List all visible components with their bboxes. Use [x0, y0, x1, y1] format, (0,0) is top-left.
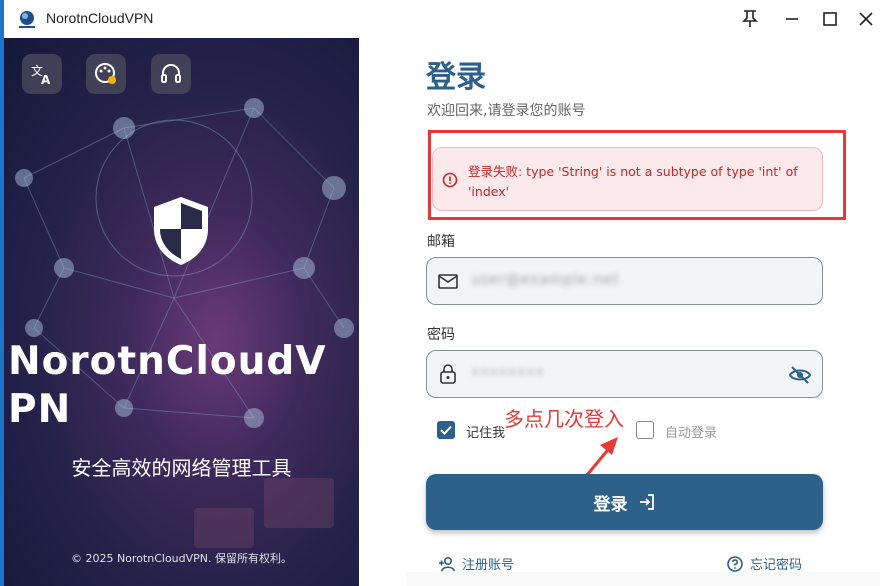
password-label: 密码 [427, 327, 455, 343]
hero-title: NorotnCloudVPN [8, 339, 327, 432]
email-field[interactable]: user@example.net [426, 257, 823, 305]
language-button[interactable]: 文 A [22, 54, 62, 94]
remember-me-label: 记住我 [466, 426, 506, 441]
translate-icon: 文 A [31, 63, 51, 86]
register-link[interactable]: 注册账号 [438, 554, 514, 573]
hero-panel: 文 A NorotnCloudVPN 安全高效的网络管理工具 © 2025 No… [4, 38, 359, 586]
login-button-label: 登录 [593, 494, 628, 515]
add-user-icon [439, 556, 455, 571]
close-icon [859, 12, 873, 26]
login-icon [639, 494, 654, 510]
welcome-text: 欢迎回来,请登录您的账号 [427, 103, 586, 119]
error-message: 登录失败: type 'String' is not a subtype of … [468, 164, 798, 199]
help-icon [727, 555, 743, 572]
copyright-text: © 2025 NorotnCloudVPN. 保留所有权利。 [70, 552, 293, 565]
remember-me-checkbox[interactable] [437, 421, 455, 439]
forgot-password-label: 忘记密码 [750, 558, 803, 573]
headset-icon [161, 64, 181, 83]
eye-off-icon[interactable] [788, 363, 812, 387]
minimize-icon [786, 18, 798, 20]
mail-icon [438, 274, 458, 289]
pin-button[interactable] [733, 4, 767, 34]
email-label: 邮箱 [427, 234, 455, 250]
login-button[interactable]: 登录 [426, 474, 823, 530]
maximize-icon [823, 12, 837, 26]
app-window: NorotnCloudVPN 文 A NorotnCloudVPN 安全高效的网… [0, 0, 880, 586]
pin-icon [742, 10, 758, 27]
svg-text:A: A [41, 73, 51, 86]
minimize-button[interactable] [775, 4, 809, 34]
register-link-label: 注册账号 [462, 558, 515, 573]
palette-icon [95, 63, 116, 84]
close-button[interactable] [849, 4, 880, 34]
app-logo-icon [19, 11, 35, 28]
error-icon [442, 172, 458, 188]
lock-icon [440, 364, 456, 384]
network-background [15, 98, 354, 548]
check-icon [440, 425, 452, 435]
hero-subtitle: 安全高效的网络管理工具 [71, 456, 292, 480]
error-alert: 登录失败: type 'String' is not a subtype of … [432, 147, 823, 211]
auto-login-label: 自动登录 [665, 426, 718, 441]
theme-button[interactable] [86, 54, 126, 94]
shield-icon [154, 197, 208, 265]
password-field[interactable]: •••••••• [426, 350, 823, 398]
maximize-button[interactable] [813, 4, 847, 34]
page-title: 登录 [426, 60, 486, 95]
title-bar: NorotnCloudVPN [4, 0, 880, 38]
email-value: user@example.net [471, 272, 620, 288]
window-title: NorotnCloudVPN [46, 10, 154, 26]
password-value: •••••••• [471, 365, 546, 381]
support-button[interactable] [151, 54, 191, 94]
forgot-password-link[interactable]: 忘记密码 [726, 554, 802, 573]
bottom-strip [406, 572, 880, 586]
